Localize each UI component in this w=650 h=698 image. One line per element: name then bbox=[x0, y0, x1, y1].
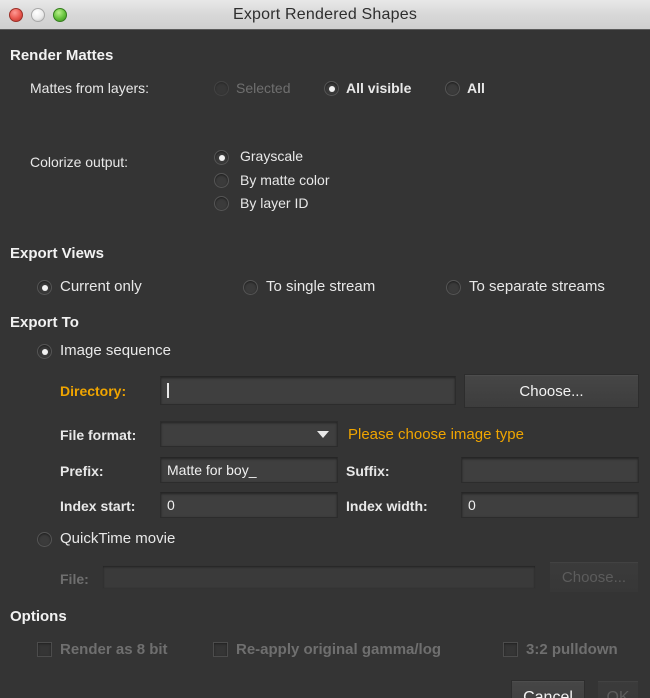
index-width-input[interactable]: 0 bbox=[461, 492, 639, 518]
index-width-input-value: 0 bbox=[468, 497, 476, 513]
radio-colorize-by-layer-id[interactable] bbox=[214, 196, 229, 211]
radio-export-image-sequence[interactable] bbox=[37, 344, 52, 359]
radio-label-views-to-separate-streams[interactable]: To separate streams bbox=[469, 278, 605, 295]
close-button[interactable] bbox=[9, 7, 23, 22]
radio-mattes-selected bbox=[214, 81, 229, 96]
radio-label-colorize-by-matte-color[interactable]: By matte color bbox=[240, 172, 329, 188]
directory-label: Directory: bbox=[60, 383, 127, 399]
file-label: File: bbox=[60, 571, 89, 587]
radio-export-quicktime-movie[interactable] bbox=[37, 532, 52, 547]
file-format-dropdown[interactable] bbox=[160, 421, 338, 447]
radio-label-colorize-grayscale[interactable]: Grayscale bbox=[240, 148, 303, 164]
directory-choose-button[interactable]: Choose... bbox=[464, 374, 639, 408]
radio-label-export-quicktime-movie[interactable]: QuickTime movie bbox=[60, 530, 175, 547]
radio-label-export-image-sequence[interactable]: Image sequence bbox=[60, 342, 171, 359]
checkbox-3-2-pulldown bbox=[503, 642, 518, 657]
radio-label-mattes-all-visible[interactable]: All visible bbox=[346, 80, 411, 96]
radio-mattes-all[interactable] bbox=[445, 81, 460, 96]
minimize-button[interactable] bbox=[31, 7, 45, 22]
checkbox-re-apply-original-gamma-log bbox=[213, 642, 228, 657]
file-format-warning: Please choose image type bbox=[348, 426, 524, 443]
radio-colorize-grayscale[interactable] bbox=[214, 150, 229, 165]
prefix-label: Prefix: bbox=[60, 463, 104, 479]
radio-mattes-all-visible[interactable] bbox=[324, 81, 339, 96]
suffix-label: Suffix: bbox=[346, 463, 390, 479]
window-controls bbox=[9, 7, 67, 22]
section-title-render-mattes: Render Mattes bbox=[10, 47, 114, 64]
export-rendered-shapes-dialog: Export Rendered Shapes Render Mattes Mat… bbox=[0, 0, 650, 698]
checkbox-label-re-apply-original-gamma-log: Re-apply original gamma/log bbox=[236, 641, 442, 658]
radio-colorize-by-matte-color[interactable] bbox=[214, 173, 229, 188]
file-choose-button: Choose... bbox=[549, 561, 639, 593]
colorize-output-label: Colorize output: bbox=[30, 154, 129, 170]
zoom-button[interactable] bbox=[53, 7, 67, 22]
radio-views-to-single-stream[interactable] bbox=[243, 280, 258, 295]
radio-views-to-separate-streams[interactable] bbox=[446, 280, 461, 295]
section-title-options: Options bbox=[10, 608, 67, 625]
dialog-body: Render Mattes Mattes from layers: Select… bbox=[0, 30, 650, 698]
radio-label-mattes-selected: Selected bbox=[236, 80, 291, 96]
radio-label-mattes-all[interactable]: All bbox=[467, 80, 485, 96]
ok-button: OK bbox=[597, 680, 639, 698]
checkbox-label-3-2-pulldown: 3:2 pulldown bbox=[526, 641, 618, 658]
prefix-input-value: Matte for boy_ bbox=[167, 462, 257, 478]
section-title-export-views: Export Views bbox=[10, 245, 104, 262]
file-format-label: File format: bbox=[60, 427, 137, 443]
section-title-export-to: Export To bbox=[10, 314, 79, 331]
index-width-label: Index width: bbox=[346, 498, 428, 514]
mattes-from-layers-label: Mattes from layers: bbox=[30, 80, 150, 96]
radio-label-colorize-by-layer-id[interactable]: By layer ID bbox=[240, 195, 308, 211]
index-start-input-value: 0 bbox=[167, 497, 175, 513]
index-start-label: Index start: bbox=[60, 498, 136, 514]
checkbox-render-as-8-bit bbox=[37, 642, 52, 657]
window-title: Export Rendered Shapes bbox=[232, 5, 418, 23]
prefix-input[interactable]: Matte for boy_ bbox=[160, 457, 338, 483]
window-titlebar: Export Rendered Shapes bbox=[0, 0, 650, 30]
cancel-button[interactable]: Cancel bbox=[511, 680, 585, 698]
radio-label-views-to-single-stream[interactable]: To single stream bbox=[266, 278, 375, 295]
radio-label-views-current-only[interactable]: Current only bbox=[60, 278, 142, 295]
suffix-input[interactable] bbox=[461, 457, 639, 483]
chevron-down-icon bbox=[317, 431, 329, 438]
directory-input[interactable] bbox=[160, 376, 456, 405]
radio-views-current-only[interactable] bbox=[37, 280, 52, 295]
file-input bbox=[102, 565, 536, 589]
index-start-input[interactable]: 0 bbox=[160, 492, 338, 518]
text-caret bbox=[167, 383, 169, 398]
checkbox-label-render-as-8-bit: Render as 8 bit bbox=[60, 641, 168, 658]
